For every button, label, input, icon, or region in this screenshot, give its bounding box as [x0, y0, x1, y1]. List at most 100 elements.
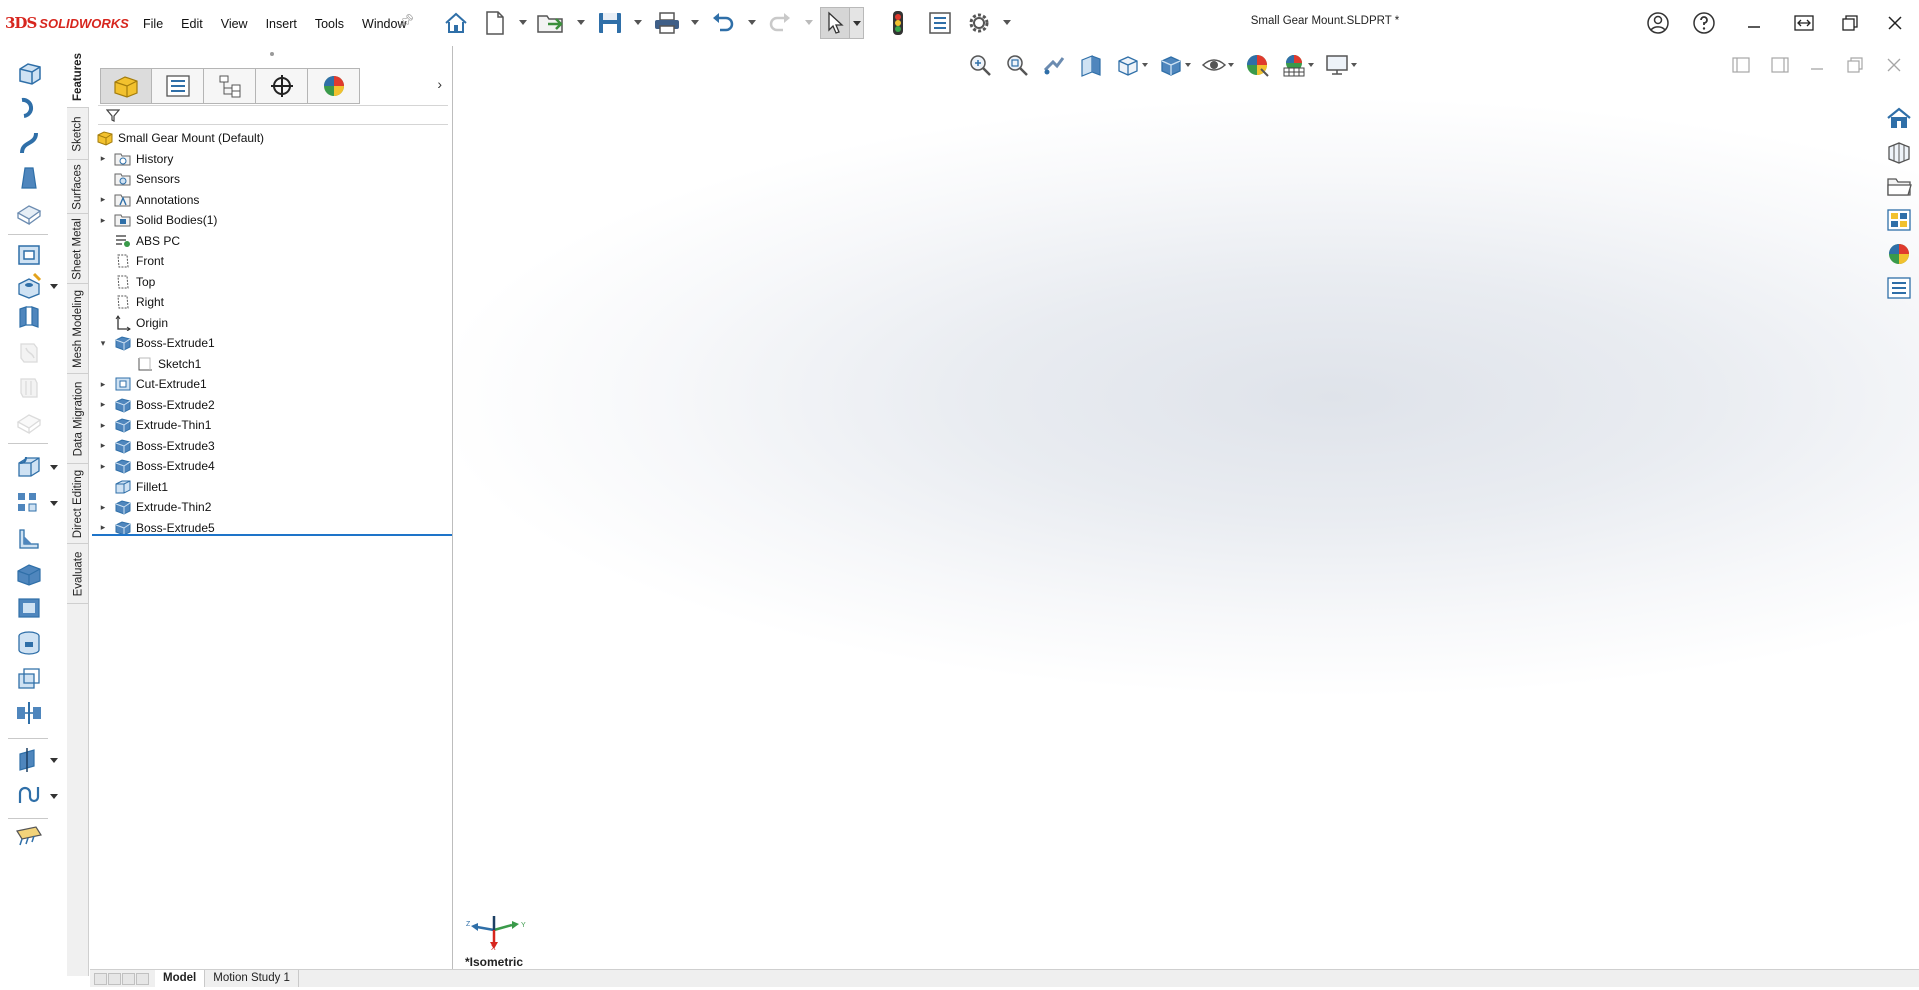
tree-item[interactable]: Sensors: [90, 169, 453, 190]
select-dropdown[interactable]: [850, 7, 864, 39]
undo-dropdown-icon[interactable]: [748, 20, 756, 25]
expand-caret-icon[interactable]: ▸: [98, 522, 108, 533]
tree-item[interactable]: ▸ Extrude-Thin2: [90, 497, 453, 518]
tree-item[interactable]: Small Gear Mount (Default): [90, 128, 453, 149]
tree-item[interactable]: Origin: [90, 313, 453, 334]
tree-item[interactable]: Front: [90, 251, 453, 272]
options-button[interactable]: [963, 7, 995, 39]
tree-item[interactable]: Sketch1: [90, 354, 453, 375]
print-dropdown-icon[interactable]: [691, 20, 699, 25]
tab-model[interactable]: Model: [155, 969, 206, 988]
zoom-to-area-button[interactable]: [1000, 51, 1034, 79]
tile-horizontal-button[interactable]: [1728, 54, 1754, 76]
tab-sketch[interactable]: Sketch: [67, 108, 89, 160]
tree-item[interactable]: ▸ Solid Bodies(1): [90, 210, 453, 231]
apply-scene-button[interactable]: [1277, 51, 1314, 79]
lofted-boss-button[interactable]: [14, 164, 44, 192]
open-dropdown-icon[interactable]: [577, 20, 585, 25]
expand-caret-icon[interactable]: ▸: [98, 379, 108, 390]
view-settings-dropdown-icon[interactable]: [1351, 63, 1357, 67]
view-palette-button[interactable]: [1883, 205, 1915, 235]
view-orientation-dropdown-icon[interactable]: [1142, 63, 1148, 67]
edit-appearance-button[interactable]: [1240, 51, 1274, 79]
new-document-button[interactable]: [482, 7, 508, 39]
section-view-button[interactable]: [1074, 51, 1108, 79]
minimize-button[interactable]: [1740, 10, 1768, 36]
menu-tools[interactable]: Tools: [306, 15, 353, 33]
tab-features[interactable]: Features: [67, 46, 89, 108]
save-dropdown-icon[interactable]: [634, 20, 642, 25]
tree-item[interactable]: ▸ Cut-Extrude1: [90, 374, 453, 395]
expand-panel-icon[interactable]: ›: [437, 76, 442, 92]
tab-direct-editing[interactable]: Direct Editing: [67, 464, 89, 544]
panel-grip[interactable]: [270, 52, 274, 56]
expand-caret-icon[interactable]: ▸: [98, 502, 108, 513]
tab-mesh-modeling[interactable]: Mesh Modeling: [67, 284, 89, 374]
tab-motion-study-1[interactable]: Motion Study 1: [205, 969, 299, 988]
help-button[interactable]: [1690, 10, 1718, 36]
select-button[interactable]: [820, 7, 850, 39]
collapse-caret-icon[interactable]: ▾: [98, 338, 108, 349]
swept-boss-button[interactable]: [14, 129, 44, 157]
fillet-dropdown-icon[interactable]: [50, 465, 58, 470]
home-button[interactable]: [441, 7, 471, 39]
tree-filter[interactable]: [98, 105, 448, 125]
tab-evaluate[interactable]: Evaluate: [67, 544, 89, 604]
tab-display-manager[interactable]: [308, 68, 360, 104]
hide-show-dropdown-icon[interactable]: [1228, 63, 1234, 67]
revolved-boss-button[interactable]: [14, 94, 44, 122]
open-button[interactable]: [535, 7, 569, 39]
menu-insert[interactable]: Insert: [257, 15, 306, 33]
expand-caret-icon[interactable]: ▸: [98, 215, 108, 226]
pattern-dropdown-icon[interactable]: [50, 501, 58, 506]
new-dropdown-icon[interactable]: [519, 20, 527, 25]
design-library-button[interactable]: [1883, 137, 1915, 167]
extruded-cut-button[interactable]: [14, 241, 44, 269]
tab-feature-tree[interactable]: [100, 68, 152, 104]
redo-button[interactable]: [766, 7, 794, 39]
apply-scene-dropdown-icon[interactable]: [1308, 63, 1314, 67]
expand-caret-icon[interactable]: ▸: [98, 194, 108, 205]
menu-view[interactable]: View: [212, 15, 257, 33]
close-button[interactable]: [1881, 10, 1909, 36]
tab-surfaces[interactable]: Surfaces: [67, 160, 89, 214]
reference-geometry-dropdown-icon[interactable]: [50, 758, 58, 763]
draft-button[interactable]: [14, 559, 44, 587]
first-tab-icon[interactable]: [94, 972, 107, 985]
tab-dimxpert-manager[interactable]: [256, 68, 308, 104]
pin-icon[interactable]: 📌︎: [398, 13, 415, 29]
instant3d-button[interactable]: [14, 821, 44, 849]
linear-pattern-button[interactable]: [14, 489, 44, 517]
expand-caret-icon[interactable]: ▸: [98, 153, 108, 164]
wrap-button[interactable]: [14, 629, 44, 657]
previous-view-button[interactable]: [1037, 51, 1071, 79]
tree-item[interactable]: Fillet1: [90, 477, 453, 498]
display-style-button[interactable]: [1154, 51, 1191, 79]
zoom-to-fit-button[interactable]: [963, 51, 997, 79]
hide-show-items-button[interactable]: [1197, 51, 1234, 79]
custom-properties-button[interactable]: [1883, 273, 1915, 303]
curves-dropdown-icon[interactable]: [50, 794, 58, 799]
rebuild-button[interactable]: [884, 7, 912, 39]
last-tab-icon[interactable]: [136, 972, 149, 985]
print-button[interactable]: [651, 7, 683, 39]
fillet-button[interactable]: [14, 453, 44, 481]
extruded-boss-button[interactable]: [14, 59, 44, 87]
hole-wizard-button[interactable]: [14, 272, 44, 300]
tree-item[interactable]: Right: [90, 292, 453, 313]
tab-data-migration[interactable]: Data Migration: [67, 374, 89, 464]
tab-property-manager[interactable]: [152, 68, 204, 104]
tile-vertical-button[interactable]: [1767, 54, 1793, 76]
reference-geometry-button[interactable]: [14, 746, 44, 774]
expand-caret-icon[interactable]: ▸: [98, 399, 108, 410]
document-restore-button[interactable]: [1842, 54, 1868, 76]
save-button[interactable]: [594, 7, 626, 39]
tab-sheet-metal[interactable]: Sheet Metal: [67, 214, 89, 284]
boundary-boss-button[interactable]: [14, 199, 44, 227]
expand-caret-icon[interactable]: ▸: [98, 420, 108, 431]
shell-button[interactable]: [14, 594, 44, 622]
tree-item[interactable]: ABS PC: [90, 231, 453, 252]
previous-tab-icon[interactable]: [108, 972, 121, 985]
file-properties-button[interactable]: [925, 7, 955, 39]
account-button[interactable]: [1644, 10, 1672, 36]
